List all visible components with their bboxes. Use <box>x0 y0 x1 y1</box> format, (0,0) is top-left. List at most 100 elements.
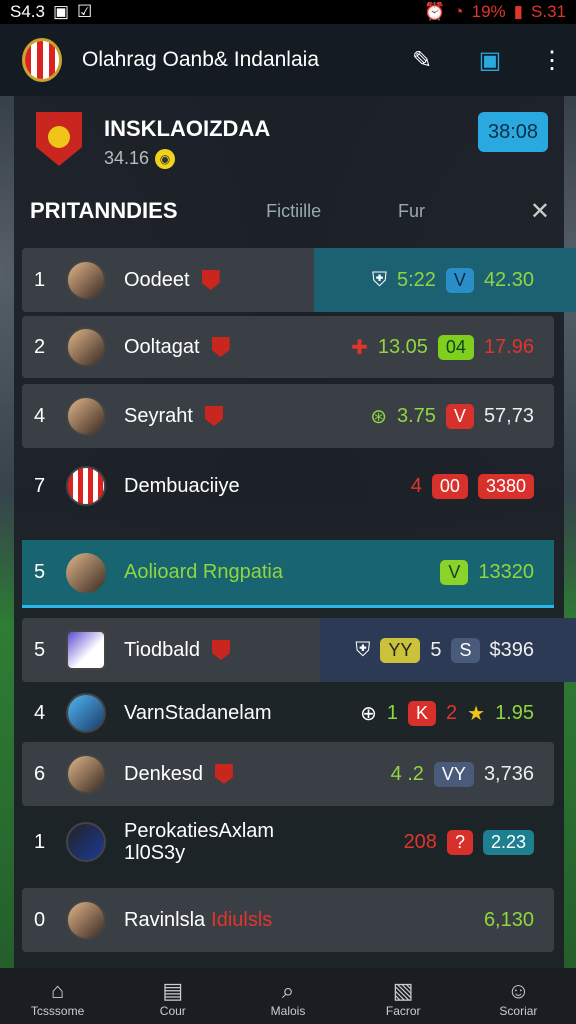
nav-item-home[interactable]: ⌂ Tcsssome <box>0 968 115 1024</box>
stat-3: 2 <box>446 701 458 724</box>
player-name: Ravinlsla <box>124 908 206 931</box>
avatar <box>66 466 106 506</box>
list-item[interactable]: 4 Seyraht ⊛ 3.75 V 57,73 <box>22 384 554 448</box>
tab-active[interactable]: PRITANNDIES <box>30 198 266 224</box>
nav-item-court[interactable]: ▤ Cour <box>115 968 230 1024</box>
avatar <box>66 754 106 794</box>
list-item[interactable]: 0 Ravinlsla Idiulsls 6,130 <box>22 888 554 952</box>
rank: 5 <box>34 638 46 661</box>
tab-bar: PRITANNDIES Fictiille Fur ✕ <box>30 196 550 226</box>
rank: 7 <box>34 474 46 497</box>
nav-item-profile[interactable]: ☺ Scoriar <box>461 968 576 1024</box>
club-icon: ✚ <box>351 336 368 359</box>
battery-icon: ▮ <box>513 2 524 21</box>
rank: 4 <box>34 701 46 724</box>
player-name: Seyraht <box>124 404 193 427</box>
stat-2: 17.96 <box>483 335 534 358</box>
tag: ? <box>446 829 473 855</box>
tag: K <box>407 700 436 726</box>
nav-label: Scoriar <box>499 1004 538 1018</box>
list-item[interactable]: 5 Tiodbald ⛨ YY 5 S $396 <box>22 618 576 682</box>
team-sub: 34.16 ◉ <box>104 148 270 169</box>
pen-icon[interactable]: ✎ <box>398 36 446 84</box>
coin-icon: ◉ <box>155 148 176 169</box>
club-badge-icon <box>204 406 223 426</box>
rank: 1 <box>34 830 46 853</box>
avatar <box>66 327 106 367</box>
tab-2[interactable]: Fictiille <box>266 201 398 222</box>
list-item[interactable]: 2 Ooltagat ✚ 13.05 04 17.96 <box>22 316 554 378</box>
stat-1: 13.05 <box>377 335 428 358</box>
stat-2: 1.95 <box>495 701 534 724</box>
row-stats: ⊛ 3.75 V 57,73 <box>370 403 534 429</box>
club-badge-icon <box>214 764 233 784</box>
player-name: VarnStadanelam <box>124 701 272 724</box>
nav-label: Malois <box>270 1004 306 1018</box>
list-item[interactable]: 4 VarnStadanelam ⊕ 1 K 2 ★ 1.95 <box>22 684 554 742</box>
tab-3[interactable]: Fur <box>398 201 530 222</box>
team-header: INSKLAOIZDAA 34.16 ◉ <box>36 112 270 169</box>
player-name: PerokatiesAxlam <box>124 820 275 842</box>
list-item-selected[interactable]: 5 Aolioard Rngpatia V 13320 <box>22 540 554 608</box>
avatar <box>66 630 106 670</box>
nav-item-search[interactable]: ⌕ Malois <box>230 968 345 1024</box>
list-item[interactable]: 1 Oodeet ⛨ 5:22 V 42.30 <box>22 248 576 312</box>
status-time-right: S.31 <box>531 2 566 21</box>
row-stats: ⛨ 5:22 V 42.30 <box>371 267 534 293</box>
club-icon: ⊛ <box>370 405 387 428</box>
tag: YY <box>380 637 421 663</box>
home-icon: ⌂ <box>50 978 65 1003</box>
list-item[interactable]: 6 Denkesd 4 .2 VY 3,736 <box>22 742 554 806</box>
nav-item-clipboard[interactable]: ▧ Facror <box>346 968 461 1024</box>
row-stats: ⊕ 1 K 2 ★ 1.95 <box>360 700 534 726</box>
rank: 1 <box>34 268 46 291</box>
player-name: Aolioard Rngpatia <box>124 561 283 583</box>
star-icon: ★ <box>467 702 486 725</box>
rank: 0 <box>34 908 46 931</box>
club-badge-icon <box>211 337 230 357</box>
stat-2: 57,73 <box>483 404 534 427</box>
person-icon: ☺ <box>507 978 530 1003</box>
more-options-icon[interactable]: ⋮ <box>528 36 576 84</box>
club-icon: ⛨ <box>355 638 371 661</box>
rank: 6 <box>34 762 46 785</box>
row-stats: ✚ 13.05 04 17.96 <box>351 334 534 360</box>
list-item[interactable]: 1 PerokatiesAxlam 1l0S3y 208 ? 2.23 <box>22 810 554 874</box>
clipboard-icon: ▧ <box>392 978 414 1003</box>
status-time-left: S4.3 <box>10 2 45 21</box>
bottom-navigation: ⌂ Tcsssome ▤ Cour ⌕ Malois ▧ Facror ☺ Scoriar <box>0 968 576 1024</box>
nav-label: Cour <box>159 1004 186 1018</box>
close-icon[interactable]: ✕ <box>530 197 550 226</box>
score-button[interactable]: 38:08 <box>478 112 548 152</box>
app-title: Olahrag Oanb& Indanlaia <box>82 48 319 71</box>
avatar <box>66 396 106 436</box>
player-name: Dembuaciiye <box>124 474 240 497</box>
team-crest <box>36 112 82 166</box>
app-logo[interactable] <box>22 38 62 82</box>
player-name: Tiodbald <box>124 638 200 661</box>
row-stats: 6,130 <box>484 909 534 932</box>
screen-share-icon[interactable]: ▣ <box>466 36 514 84</box>
tag: VY <box>433 761 474 787</box>
player-name-line2: 1l0S3y <box>124 842 186 864</box>
tag-2: S <box>451 637 480 663</box>
tag: 04 <box>437 334 474 360</box>
avatar <box>66 900 106 940</box>
wifi-icon: ◔ <box>453 2 464 21</box>
tag: V <box>445 403 474 429</box>
club-badge-icon <box>201 270 220 290</box>
club-badge-icon <box>211 640 230 660</box>
player-name-red: Idiulsls <box>211 908 273 931</box>
stat-2: 42.30 <box>483 268 534 291</box>
stat-1: 4 <box>410 474 422 497</box>
stat-1: 208 <box>403 830 437 853</box>
stat-2: $396 <box>489 638 535 661</box>
stat-1: 5:22 <box>396 268 436 291</box>
gallery-icon: ▣ <box>52 2 70 21</box>
player-name: Ooltagat <box>124 335 200 358</box>
team-name: INSKLAOIZDAA <box>104 116 271 141</box>
club-icon: ⛨ <box>371 268 387 291</box>
stat-1: 3.75 <box>396 404 436 427</box>
row-stats: ⛨ YY 5 S $396 <box>355 637 535 663</box>
list-item[interactable]: 7 Dembuaciiye 4 00 3380 <box>22 454 554 518</box>
